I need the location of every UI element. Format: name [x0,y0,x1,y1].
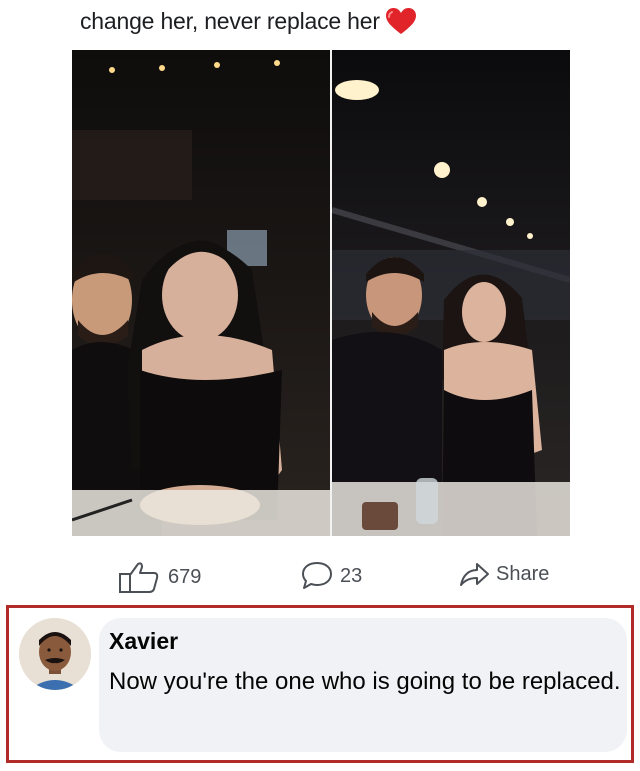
comments-count: 23 [340,564,363,587]
after-photo[interactable] [332,50,570,536]
like-button[interactable]: 679 [118,560,201,594]
commenter-avatar[interactable] [19,618,91,690]
before-photo[interactable] [72,50,330,536]
share-arrow-icon [460,563,489,586]
post-photo-collage[interactable] [72,50,570,536]
thumbs-up-icon [119,562,159,593]
commenter-name[interactable]: Xavier [109,628,178,655]
comment-button[interactable]: 23 [300,560,362,592]
comment-bubble: Xavier Now you're the one who is going t… [99,618,627,752]
post-caption: change her, never replace her [80,6,418,36]
post-actions-bar: 679 23 Share [0,548,640,602]
likes-count: 679 [168,565,202,588]
highlighted-comment: Xavier Now you're the one who is going t… [6,605,634,763]
share-button[interactable]: Share [458,560,549,588]
comment-text: Now you're the one who is going to be re… [109,668,621,695]
share-label: Share [496,562,550,585]
comment-bubble-icon [302,562,332,589]
heart-icon [385,8,416,34]
post-caption-text: change her, never replace her [80,7,380,34]
